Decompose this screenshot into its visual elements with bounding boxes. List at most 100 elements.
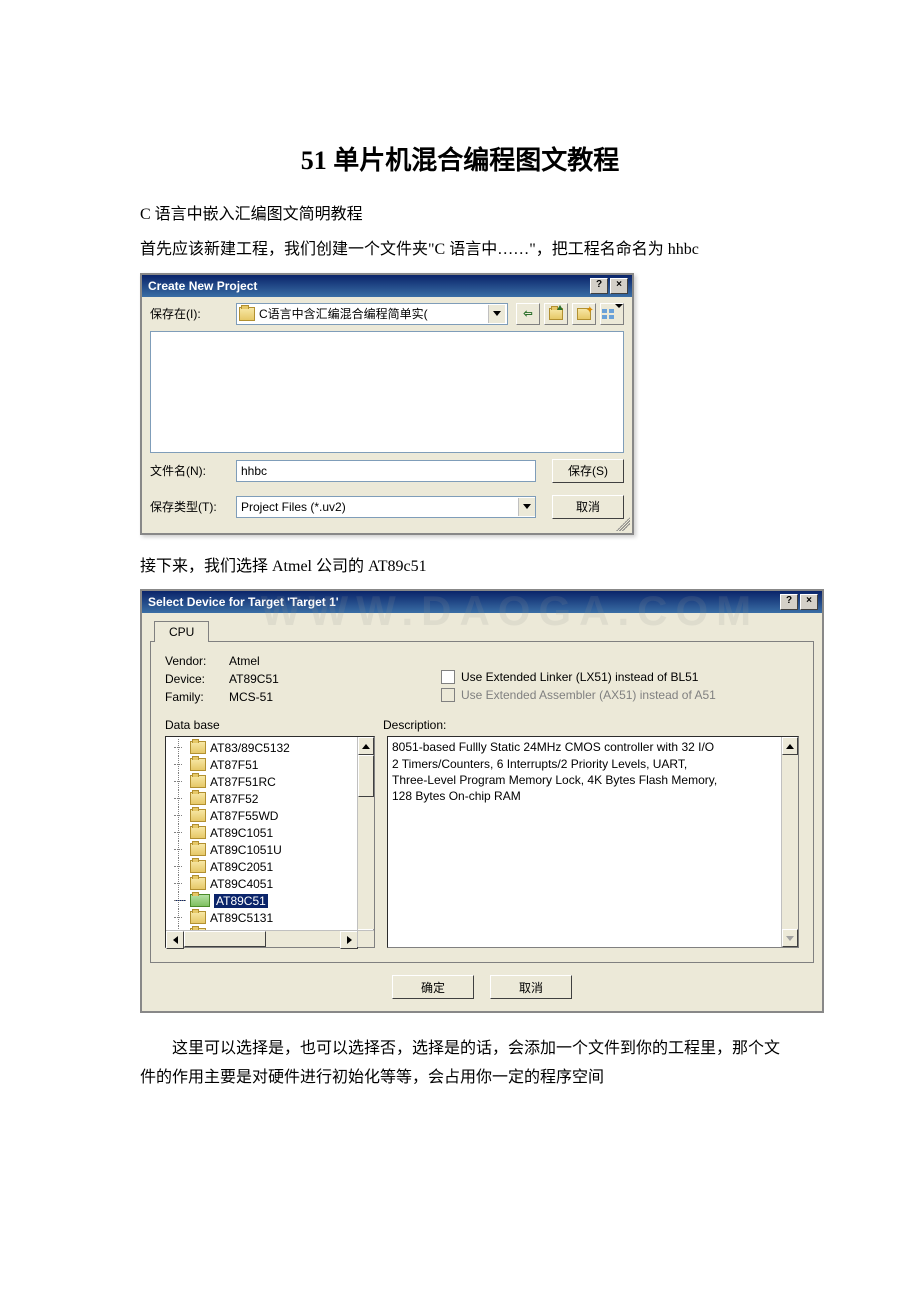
- folder-icon: [190, 894, 210, 907]
- back-icon[interactable]: ⇦: [516, 303, 540, 325]
- device-tree-item-label: AT83/89C5132: [210, 741, 290, 755]
- dialog-titlebar[interactable]: Select Device for Target 'Target 1' ? ×: [142, 591, 822, 613]
- scroll-down-icon[interactable]: [782, 929, 798, 947]
- scroll-thumb[interactable]: [184, 931, 266, 947]
- device-tree-item-label: AT89C4051: [210, 877, 273, 891]
- device-tree-item-label: AT89C5131: [210, 911, 273, 925]
- chevron-down-icon[interactable]: [488, 305, 505, 323]
- vendor-label: Vendor:: [165, 654, 229, 668]
- device-tree-item[interactable]: AT89C2051: [172, 858, 357, 875]
- device-tree-item[interactable]: AT89C1051: [172, 824, 357, 841]
- device-tree-item[interactable]: AT89C5131: [172, 909, 357, 926]
- up-one-level-icon[interactable]: [544, 303, 568, 325]
- extended-linker-checkbox-row: Use Extended Linker (LX51) instead of BL…: [441, 670, 716, 684]
- save-in-dropdown[interactable]: C语言中含汇编混合编程简单实(: [236, 303, 508, 325]
- device-label: Device:: [165, 672, 229, 686]
- checkbox-label: Use Extended Linker (LX51) instead of BL…: [461, 670, 698, 684]
- cancel-button-label: 取消: [519, 979, 543, 996]
- file-list-area[interactable]: [150, 331, 624, 453]
- dialog-title: Create New Project: [148, 279, 257, 293]
- tab-label: CPU: [169, 625, 194, 639]
- device-tree-item[interactable]: AT89C51: [172, 892, 357, 909]
- chevron-down-icon[interactable]: [518, 498, 535, 516]
- checkbox[interactable]: [441, 670, 455, 684]
- device-tree-item[interactable]: AT87F52: [172, 790, 357, 807]
- device-tree-item[interactable]: AT87F51RC: [172, 773, 357, 790]
- help-icon[interactable]: ?: [780, 594, 798, 610]
- scroll-right-icon[interactable]: [340, 931, 358, 949]
- device-tree-item[interactable]: AT89C4051: [172, 875, 357, 892]
- new-folder-icon[interactable]: ✦: [572, 303, 596, 325]
- filename-input[interactable]: hhbc: [236, 460, 536, 482]
- page-title: 51 单片机混合编程图文教程: [140, 140, 780, 177]
- device-tree-item-label: AT87F52: [210, 792, 258, 806]
- folder-icon: [190, 758, 206, 771]
- folder-icon: [190, 809, 206, 822]
- filename-label: 文件名(N):: [150, 462, 228, 479]
- device-tree-item[interactable]: AT87F51: [172, 756, 357, 773]
- folder-icon: [190, 843, 206, 856]
- device-tree[interactable]: AT83/89C5132 AT87F51AT87F51RC AT87F52 AT87F…: [165, 736, 375, 948]
- save-button-label: 保存(S): [568, 462, 608, 479]
- select-device-dialog: Select Device for Target 'Target 1' ? × …: [140, 589, 824, 1013]
- filetype-dropdown[interactable]: Project Files (*.uv2): [236, 496, 536, 518]
- folder-icon: [239, 307, 255, 321]
- folder-icon: [190, 741, 206, 754]
- cancel-button-label: 取消: [576, 498, 600, 515]
- family-value: MCS-51: [229, 690, 273, 704]
- dialog-title: Select Device for Target 'Target 1': [148, 595, 339, 609]
- database-label: Data base: [165, 718, 383, 732]
- save-button[interactable]: 保存(S): [552, 459, 624, 483]
- dialog-titlebar[interactable]: Create New Project ? ×: [142, 275, 632, 297]
- folder-icon: [190, 911, 206, 924]
- ok-button-label: 确定: [421, 979, 445, 996]
- vertical-scrollbar[interactable]: [781, 737, 798, 947]
- device-tree-item-label: AT89C51: [214, 894, 268, 908]
- folder-icon: [190, 792, 206, 805]
- scroll-up-icon[interactable]: [782, 737, 798, 755]
- device-tree-item[interactable]: AT87F55WD: [172, 807, 357, 824]
- device-tree-item-label: AT89C1051: [210, 826, 273, 840]
- folder-icon: [190, 860, 206, 873]
- resize-grip-icon[interactable]: [616, 517, 630, 531]
- close-icon[interactable]: ×: [800, 594, 818, 610]
- folder-icon: [190, 775, 206, 788]
- extended-assembler-checkbox-row: Use Extended Assembler (AX51) instead of…: [441, 688, 716, 702]
- filetype-value: Project Files (*.uv2): [237, 500, 518, 514]
- family-label: Family:: [165, 690, 229, 704]
- device-tree-item-label: AT89C2051: [210, 860, 273, 874]
- ok-button[interactable]: 确定: [392, 975, 474, 999]
- checkbox-label: Use Extended Assembler (AX51) instead of…: [461, 688, 716, 702]
- device-tree-item[interactable]: AT89C1051U: [172, 841, 357, 858]
- view-menu-icon[interactable]: [600, 303, 624, 325]
- device-tree-item-label: AT87F51: [210, 758, 258, 772]
- tab-cpu[interactable]: CPU: [154, 621, 209, 642]
- description-text: 8051-based Fullly Static 24MHz CMOS cont…: [388, 737, 781, 947]
- filename-value: hhbc: [241, 464, 267, 478]
- scroll-thumb[interactable]: [358, 755, 374, 797]
- description-box: 8051-based Fullly Static 24MHz CMOS cont…: [387, 736, 799, 948]
- scroll-left-icon[interactable]: [166, 931, 184, 949]
- device-value: AT89C51: [229, 672, 279, 686]
- device-tree-item[interactable]: AT83/89C5132: [172, 739, 357, 756]
- help-icon[interactable]: ?: [590, 278, 608, 294]
- paragraph: 这里可以选择是，也可以选择否，选择是的话，会添加一个文件到你的工程里，那个文件的…: [140, 1035, 780, 1093]
- close-icon[interactable]: ×: [610, 278, 628, 294]
- scroll-corner: [357, 930, 374, 947]
- paragraph: 首先应该新建工程，我们创建一个文件夹"C 语言中……"，把工程名命名为 hhbc: [140, 236, 780, 265]
- filetype-label: 保存类型(T):: [150, 498, 228, 515]
- create-new-project-dialog: Create New Project ? × 保存在(I): C语言中含汇编混合…: [140, 273, 634, 535]
- description-label: Description:: [383, 718, 446, 732]
- cancel-button[interactable]: 取消: [552, 495, 624, 519]
- device-tree-item-label: AT87F55WD: [210, 809, 278, 823]
- vertical-scrollbar[interactable]: [357, 737, 374, 947]
- save-in-value: C语言中含汇编混合编程简单实(: [259, 305, 488, 322]
- cancel-button[interactable]: 取消: [490, 975, 572, 999]
- folder-icon: [190, 826, 206, 839]
- scroll-up-icon[interactable]: [358, 737, 374, 755]
- device-tree-item-label: AT89C1051U: [210, 843, 282, 857]
- save-in-label: 保存在(I):: [150, 305, 228, 322]
- paragraph: 接下来，我们选择 Atmel 公司的 AT89c51: [140, 553, 780, 582]
- vendor-value: Atmel: [229, 654, 260, 668]
- horizontal-scrollbar[interactable]: [166, 930, 358, 947]
